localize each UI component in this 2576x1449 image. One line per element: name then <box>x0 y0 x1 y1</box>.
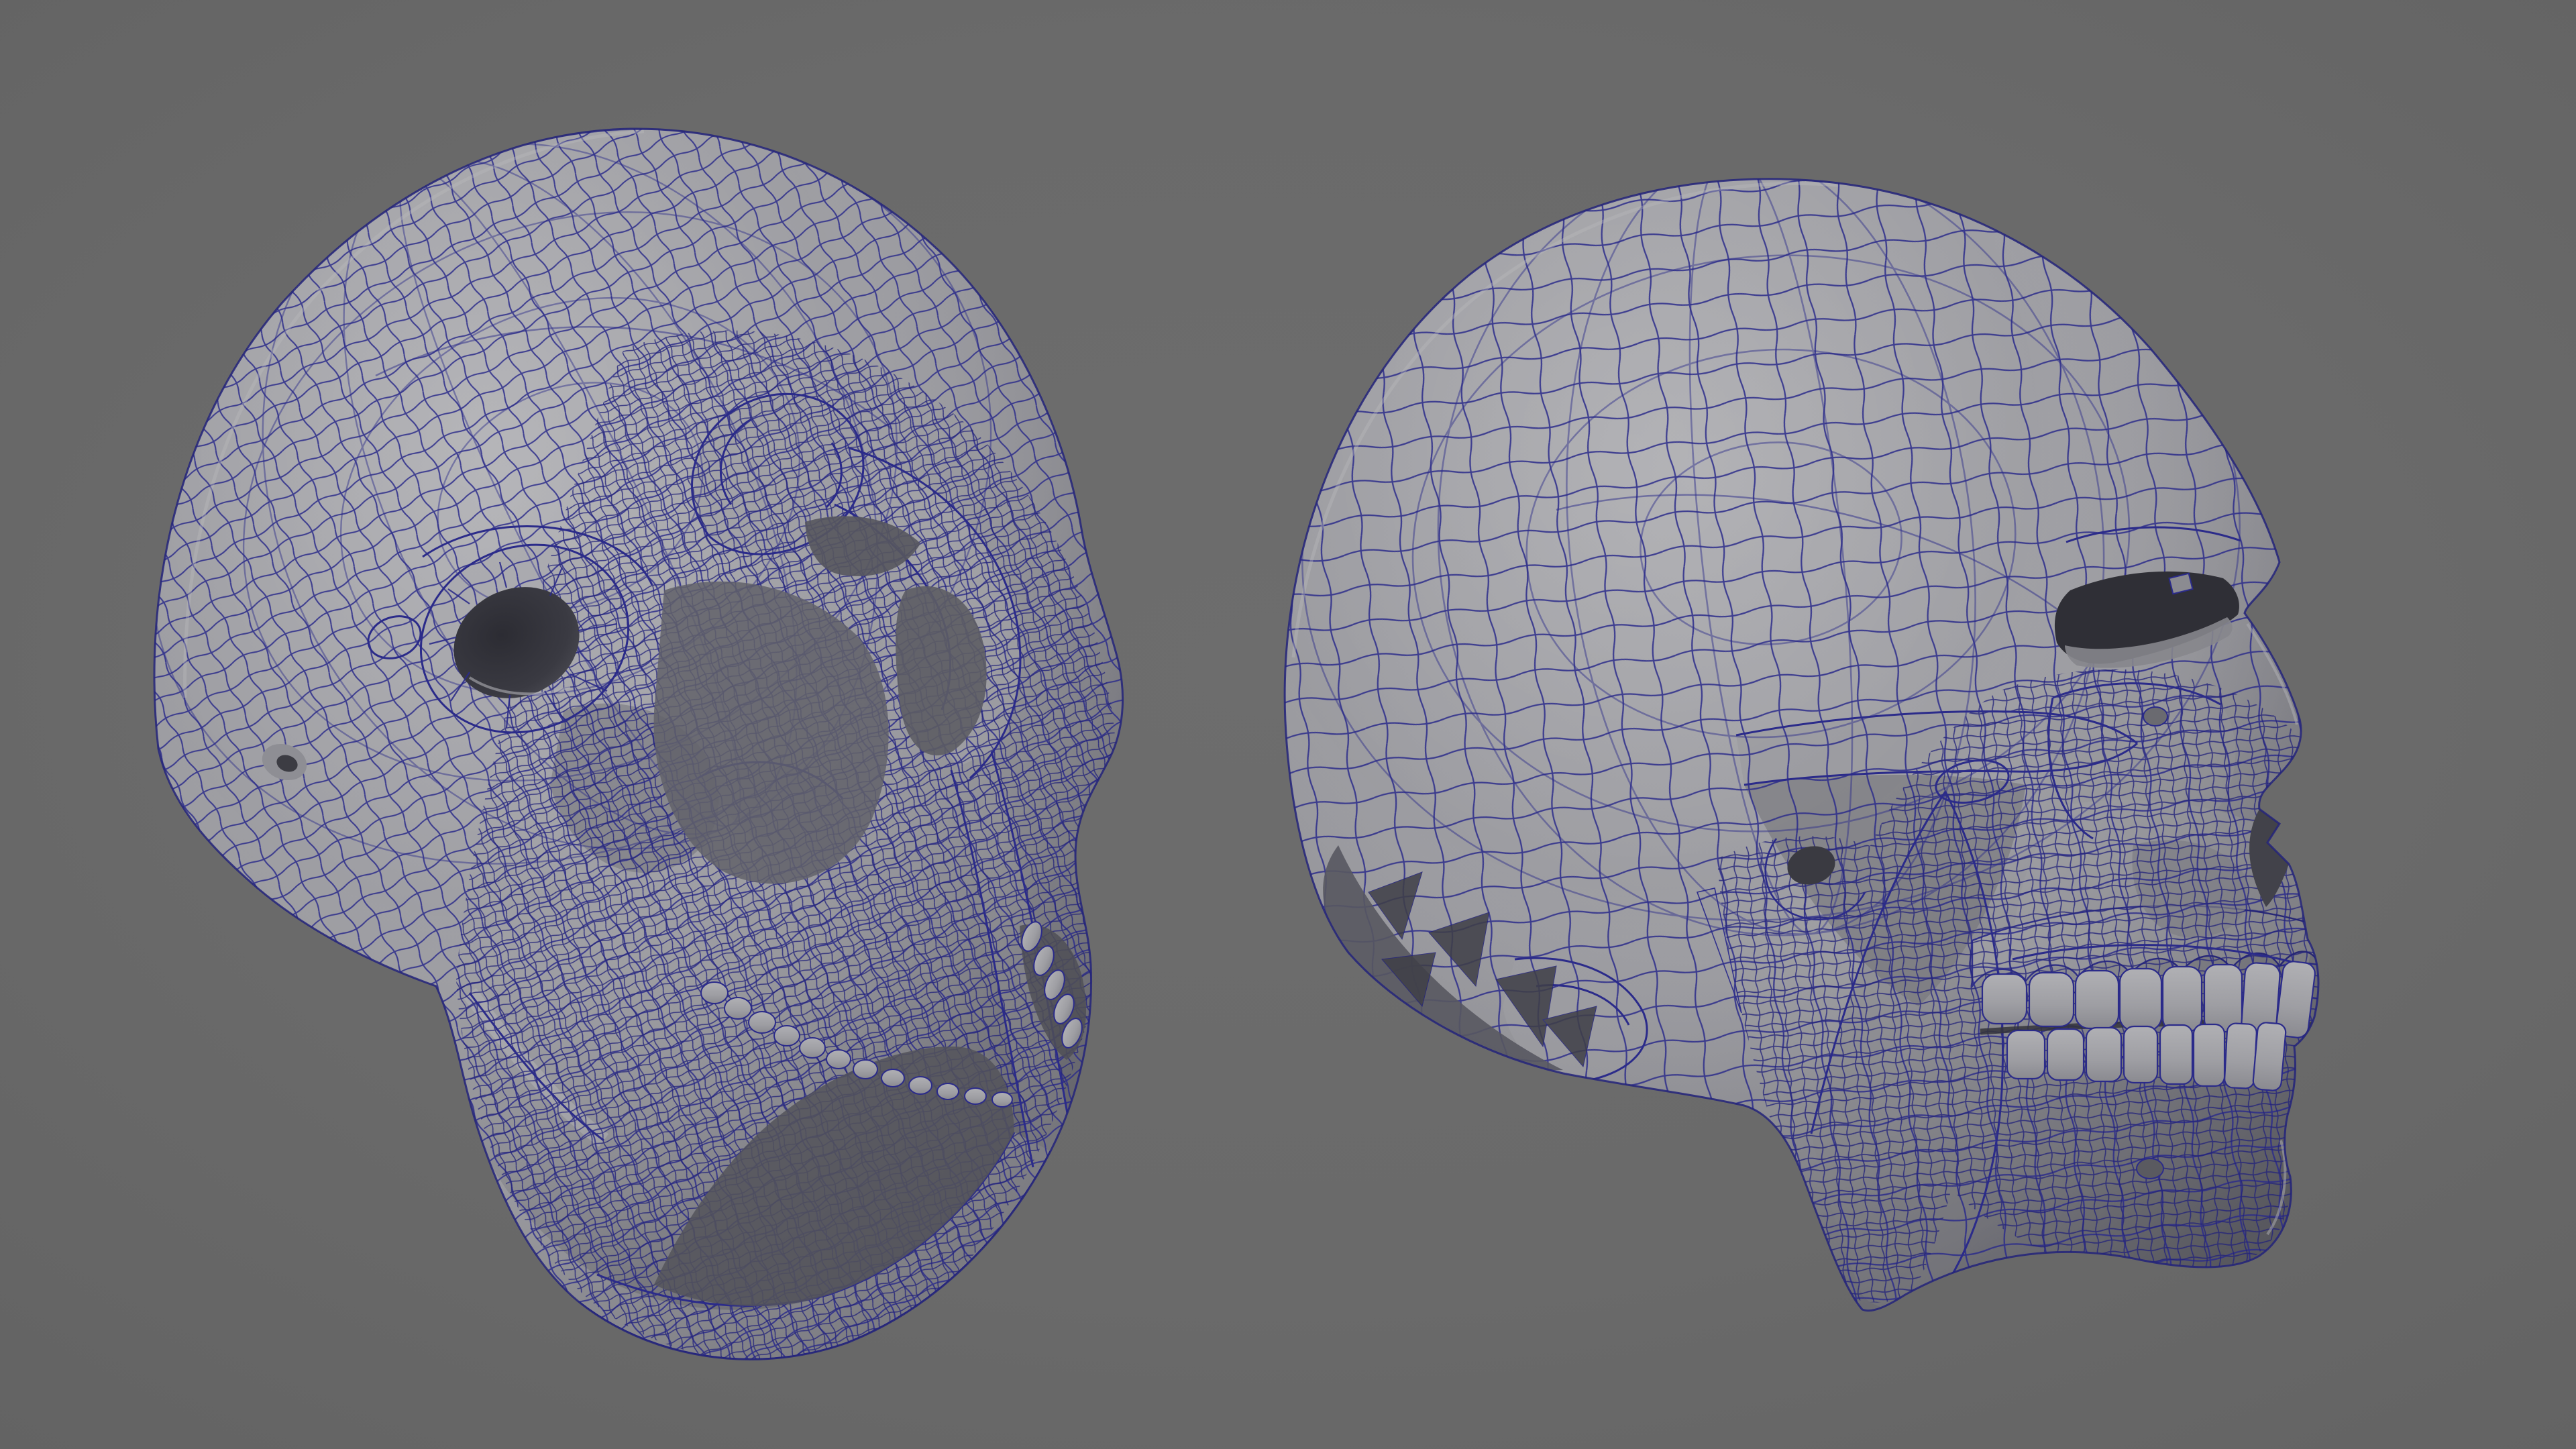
infraorbital-foramen <box>2143 707 2167 726</box>
3d-viewport[interactable] <box>0 0 2576 1449</box>
viewport-canvas[interactable] <box>0 0 2576 1449</box>
mental-foramen <box>2137 1159 2163 1179</box>
